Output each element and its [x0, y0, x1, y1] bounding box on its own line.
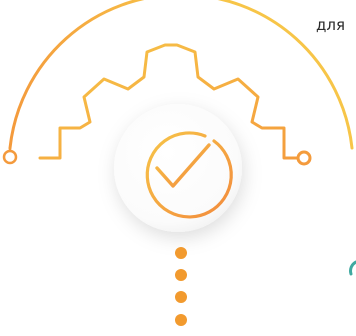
dot-4: [175, 314, 187, 326]
vertical-dots: [175, 247, 187, 326]
settings-check-illustration: [2, 0, 356, 326]
dot-2: [175, 269, 187, 281]
page: для: [0, 0, 356, 336]
left-connector: [2, 146, 18, 165]
dot-1: [175, 247, 187, 259]
teal-fragment: [349, 260, 356, 276]
check-circle: [114, 104, 242, 232]
dot-3: [175, 291, 187, 303]
